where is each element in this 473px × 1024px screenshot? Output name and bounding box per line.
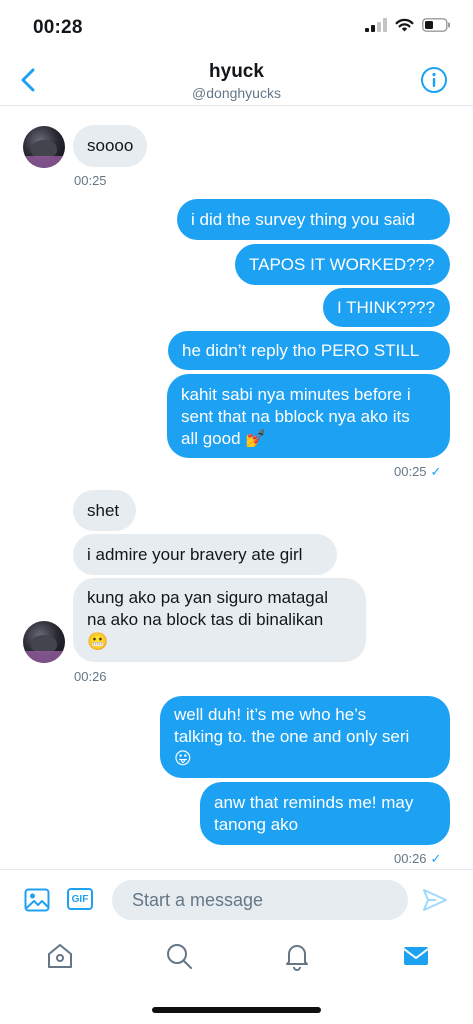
message-bubble-outgoing[interactable]: anw that reminds me! may tanong ako xyxy=(200,782,450,845)
message-timestamp: 00:26 xyxy=(74,669,107,684)
message-bubble-outgoing[interactable]: kahit sabi nya minutes before i sent tha… xyxy=(167,374,450,458)
mail-icon[interactable] xyxy=(401,941,431,971)
message-bubble-incoming[interactable]: soooo xyxy=(73,125,148,167)
message-bubble-outgoing[interactable]: i did the survey thing you said xyxy=(177,199,450,240)
message-text: he didn’t reply tho PERO STILL xyxy=(182,340,420,360)
message-text: I THINK???? xyxy=(337,297,435,317)
image-icon[interactable] xyxy=(24,888,50,912)
avatar[interactable] xyxy=(23,621,65,663)
send-icon[interactable] xyxy=(422,888,448,912)
message-timestamp: 00:25 xyxy=(74,173,107,188)
message-text: soooo xyxy=(87,136,134,155)
wifi-icon xyxy=(395,18,414,32)
message-bubble-incoming[interactable]: kung ako pa yan siguro matagal na ako na… xyxy=(73,578,366,662)
message-timestamp: 00:26 ✓ xyxy=(394,851,441,867)
bell-icon[interactable] xyxy=(282,941,312,971)
message-timestamp: 00:25 ✓ xyxy=(394,464,441,480)
status-time: 00:28 xyxy=(33,17,83,38)
message-text: i admire your bravery ate girl xyxy=(87,544,303,564)
message-composer: GIF xyxy=(0,869,473,929)
gif-button[interactable]: GIF xyxy=(67,888,93,910)
read-check-icon: ✓ xyxy=(430,851,442,866)
status-bar: 00:28 xyxy=(0,0,473,54)
tab-bar xyxy=(0,935,473,985)
timestamp-text: 00:26 xyxy=(74,669,107,684)
timestamp-text: 00:25 xyxy=(74,173,107,188)
message-text: TAPOS IT WORKED??? xyxy=(249,254,435,274)
home-indicator xyxy=(152,1007,321,1013)
avatar[interactable] xyxy=(23,126,65,168)
message-bubble-outgoing[interactable]: TAPOS IT WORKED??? xyxy=(235,244,450,285)
timestamp-text: 00:25 xyxy=(394,464,427,479)
conversation-handle: @donghyucks xyxy=(192,85,281,101)
conversation-title[interactable]: hyuck xyxy=(0,61,473,83)
message-text: anw that reminds me! may tanong ako xyxy=(214,792,414,834)
message-text: well duh! it’s me who he’s talking to. t… xyxy=(174,705,410,768)
info-icon[interactable] xyxy=(420,66,448,94)
message-text: shet xyxy=(87,500,120,520)
message-bubble-incoming[interactable]: i admire your bravery ate girl xyxy=(73,534,337,575)
message-text: kung ako pa yan siguro matagal na ako na… xyxy=(87,588,328,651)
message-input[interactable] xyxy=(112,880,408,920)
conversation-header: hyuck @donghyucks xyxy=(0,54,473,106)
message-bubble-incoming[interactable]: shet xyxy=(73,490,136,531)
message-text: kahit sabi nya minutes before i sent tha… xyxy=(181,385,411,448)
message-text: i did the survey thing you said xyxy=(191,209,415,229)
signal-icon xyxy=(365,18,387,32)
message-bubble-outgoing[interactable]: he didn’t reply tho PERO STILL xyxy=(168,331,450,370)
timestamp-text: 00:26 xyxy=(394,851,427,866)
home-icon[interactable] xyxy=(45,941,75,971)
read-check-icon: ✓ xyxy=(430,464,442,479)
status-icons xyxy=(365,18,451,32)
search-icon[interactable] xyxy=(164,941,194,971)
message-bubble-outgoing[interactable]: I THINK???? xyxy=(323,288,450,327)
battery-icon xyxy=(422,18,450,32)
message-bubble-outgoing[interactable]: well duh! it’s me who he’s talking to. t… xyxy=(160,696,450,778)
